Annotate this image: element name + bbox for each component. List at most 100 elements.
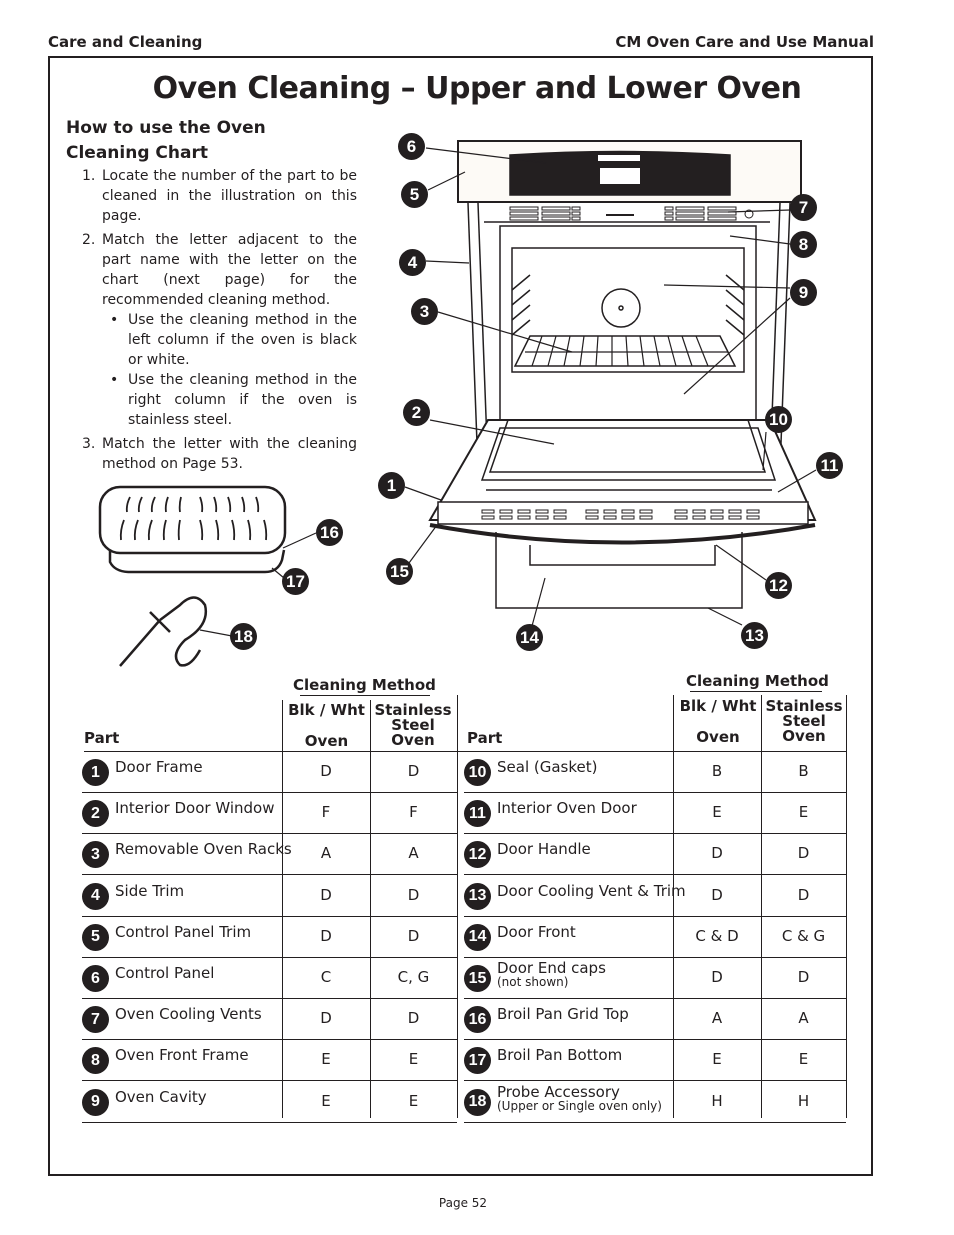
part-label: Door Front	[497, 922, 576, 941]
method-stainless: H	[797, 1091, 810, 1110]
callout-4-icon: 4	[399, 249, 426, 276]
table-row: 2 Interior Door Window F F	[82, 793, 457, 835]
method-stainless: D	[797, 885, 810, 904]
part-name: Oven Cooling Vents	[115, 1005, 262, 1023]
method-blk-wht: D	[711, 844, 723, 863]
part-label: Control Panel Trim	[115, 922, 252, 941]
callout-14-icon: 14	[516, 624, 543, 651]
step-1: 1. Locate the number of the part to be c…	[82, 166, 357, 226]
table-row: 9 Oven Cavity E E	[82, 1082, 457, 1123]
callout-3-icon: 3	[411, 298, 438, 325]
callout-13-icon: 13	[741, 622, 768, 649]
part-name: Control Panel Trim	[115, 923, 251, 941]
method-stainless: E	[798, 803, 809, 822]
bullet-stainless: • Use the cleaning method in the right c…	[110, 370, 357, 430]
method-stainless: D	[407, 926, 420, 945]
part-label: Door Handle	[497, 840, 591, 859]
col-header-blk-line1: Blk / Wht	[288, 701, 365, 719]
method-blk-wht: E	[712, 1050, 722, 1069]
method-blk-wht: D	[320, 762, 332, 780]
table-row: 15 Door End caps (not shown) D D	[464, 958, 846, 999]
part-number-badge-icon: 5	[82, 923, 109, 951]
step-3: 3. Match the letter with the cleaning me…	[82, 434, 357, 474]
part-label: Control Panel	[115, 964, 215, 982]
bullet-text: Use the cleaning method in the left colu…	[128, 312, 357, 368]
part-name: Removable Oven Racks	[115, 840, 292, 858]
step-2: 2. Match the letter adjacent to the part…	[82, 230, 357, 310]
method-blk-wht: D	[320, 1009, 332, 1028]
manual-header: CM Oven Care and Use Manual	[615, 33, 874, 51]
col-divider	[457, 695, 458, 1118]
part-name: Broil Pan Bottom	[497, 1046, 622, 1064]
part-name: Broil Pan Grid Top	[497, 1005, 629, 1023]
method-stainless: B	[798, 762, 809, 780]
method-blk-wht: D	[711, 968, 723, 986]
method-blk-wht: A	[711, 1009, 723, 1028]
part-name: Seal (Gasket)	[497, 758, 597, 776]
callout-5-icon: 5	[401, 181, 428, 208]
cleaning-method-label: Cleaning Method	[686, 672, 829, 690]
callout-8-icon: 8	[790, 231, 817, 258]
page-title: Oven Cleaning – Upper and Lower Oven	[152, 71, 802, 106]
part-label: Door Frame	[115, 758, 203, 776]
bullet-symbol: •	[110, 372, 119, 388]
part-label: Interior Oven Door	[497, 799, 637, 818]
method-stainless: D	[407, 885, 420, 904]
col-header-stainless: Stainless Steel Oven	[762, 699, 846, 744]
table-row: 3 Removable Oven Racks A A	[82, 834, 457, 876]
table-row: 11 Interior Oven Door E E	[464, 793, 846, 835]
method-blk-wht: E	[712, 803, 722, 822]
callout-9-icon: 9	[790, 279, 817, 306]
part-label: Interior Door Window	[115, 799, 275, 818]
method-stainless: E	[408, 1091, 419, 1110]
part-label: Oven Cavity	[115, 1087, 207, 1106]
part-label: Removable Oven Racks	[115, 840, 292, 859]
part-label: Oven Front Frame	[115, 1046, 249, 1065]
callout-16-icon: 16	[316, 519, 343, 546]
method-stainless: A	[408, 844, 419, 863]
part-number-badge-icon: 17	[464, 1047, 491, 1075]
table-row: 10 Seal (Gasket) B B	[464, 752, 846, 793]
part-name: Door End caps (not shown)	[497, 960, 606, 989]
method-blk-wht: E	[321, 1050, 331, 1069]
table-row: 6 Control Panel C C, G	[82, 958, 457, 999]
table-row: 12 Door Handle D D	[464, 834, 846, 876]
part-name: Control Panel	[115, 964, 214, 982]
part-number-badge-icon: 15	[464, 965, 491, 992]
part-note: (not shown)	[497, 975, 569, 989]
callout-10-icon: 10	[765, 406, 792, 433]
part-name: Oven Front Frame	[115, 1046, 249, 1064]
col-header-part: Part	[84, 729, 120, 747]
part-number-badge-icon: 10	[464, 759, 491, 786]
callout-11-icon: 11	[816, 452, 843, 479]
bullet-black-white: • Use the cleaning method in the left co…	[110, 310, 357, 370]
method-blk-wht: C	[320, 968, 332, 986]
callout-17-icon: 17	[282, 568, 309, 595]
callout-15-icon: 15	[386, 558, 413, 585]
table-row: 1 Door Frame D D	[82, 752, 457, 793]
table-row: 8 Oven Front Frame E E	[82, 1040, 457, 1082]
method-stainless: A	[798, 1009, 809, 1028]
part-number-badge-icon: 18	[464, 1088, 491, 1116]
group-underline	[300, 695, 430, 696]
part-name: Probe Accessory (Upper or Single oven onl…	[497, 1084, 662, 1113]
part-name: Interior Oven Door	[497, 799, 637, 817]
method-blk-wht: B	[711, 762, 723, 780]
method-blk-wht: D	[711, 885, 723, 904]
col-header-blk-wht: Blk / Wht Oven	[283, 703, 370, 749]
method-blk-wht: F	[321, 803, 331, 822]
step-text: Match the letter adjacent to the part na…	[102, 232, 357, 308]
callout-6-icon: 6	[398, 133, 425, 160]
part-number-badge-icon: 12	[464, 841, 491, 869]
part-number-badge-icon: 1	[82, 759, 109, 786]
callout-2-icon: 2	[403, 399, 430, 426]
step-number: 1.	[82, 168, 96, 184]
callout-7-icon: 7	[790, 194, 817, 221]
part-name: Side Trim	[115, 882, 184, 900]
method-stainless: D	[407, 762, 420, 780]
section-header: Care and Cleaning	[48, 33, 203, 51]
col-header-part: Part	[467, 729, 503, 747]
method-blk-wht: C & D	[695, 926, 739, 945]
method-blk-wht: D	[320, 926, 332, 945]
table-row: 14 Door Front C & D C & G	[464, 917, 846, 958]
